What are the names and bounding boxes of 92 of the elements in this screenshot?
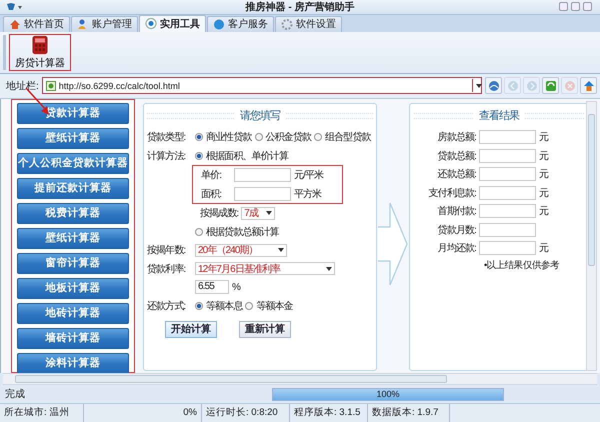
calculator-icon	[30, 34, 50, 55]
ratio-dropdown[interactable]: 7成	[241, 206, 276, 220]
address-field[interactable]: http://so.6299.cc/calc/tool.html	[42, 77, 482, 94]
radio-option[interactable]: 组合型贷款	[314, 130, 371, 144]
result-field	[479, 130, 536, 144]
maximize-button[interactable]	[571, 2, 580, 12]
radio-option[interactable]: 等额本息	[195, 298, 242, 313]
app-icon[interactable]	[6, 2, 22, 12]
horizontal-scrollbar[interactable]	[3, 373, 597, 386]
rate-field[interactable]: 6.55	[195, 280, 229, 294]
tab[interactable]: 软件设置	[275, 16, 342, 32]
result-field	[479, 222, 536, 237]
window-title: 推房神器 - 房产营销助手	[246, 0, 354, 14]
sidebar-item[interactable]: 个人公积金贷款计算器	[17, 152, 129, 174]
calculate-button[interactable]: 开始计算	[165, 320, 217, 338]
progress-reading: 100%	[375, 388, 401, 400]
field-label: 单价:	[201, 168, 222, 182]
result-field	[479, 186, 536, 200]
result-field	[479, 167, 536, 182]
home-icon	[9, 18, 21, 30]
radio-option[interactable]: 根据面积、单价计算	[195, 148, 288, 163]
status-cell: 所在城市: 温州	[0, 404, 84, 422]
years-dropdown[interactable]: 20年（240期）	[195, 244, 287, 257]
result-label: 房款总额:	[436, 130, 476, 144]
unit-label: 元	[539, 131, 548, 144]
vertical-scrollbar[interactable]	[586, 100, 597, 371]
tab[interactable]: 客户服务	[207, 16, 274, 32]
sidebar-item[interactable]: 涂料计算器	[17, 352, 129, 374]
home-icon[interactable]	[580, 77, 597, 94]
radio-option[interactable]: 根据贷款总额计算	[195, 224, 279, 239]
tab[interactable]: 软件首页	[3, 16, 70, 32]
reset-button[interactable]: 重新计算	[239, 320, 291, 338]
target-icon	[145, 18, 157, 30]
radio-option[interactable]: 公积金贷款	[254, 130, 312, 144]
person-icon	[77, 18, 89, 30]
result-field	[479, 241, 536, 256]
minimize-button[interactable]	[559, 2, 568, 12]
unit-label: 元	[539, 168, 548, 182]
field-label: 按揭成数:	[200, 206, 238, 220]
circle-icon	[213, 18, 225, 30]
status-cell: 0%	[84, 404, 202, 422]
unit-label: 元	[539, 205, 548, 218]
field-label: 按揭年数:	[147, 244, 186, 258]
input-field[interactable]	[234, 168, 291, 182]
unit-label: 元	[539, 186, 548, 200]
unit-label: %	[232, 282, 240, 293]
sidebar-item[interactable]: 税费计算器	[17, 202, 129, 224]
unit-label: 平方米	[294, 188, 322, 201]
refresh-icon[interactable]	[542, 77, 559, 94]
field-label: 计算方法:	[147, 150, 186, 163]
globe-icon[interactable]	[485, 77, 502, 94]
result-label: 还款总额:	[436, 168, 476, 182]
toolbar-grip[interactable]	[3, 34, 6, 70]
unit-label: 元	[539, 150, 548, 163]
sidebar-item[interactable]: 壁纸计算器	[17, 228, 129, 249]
radio-option[interactable]: 商业性贷款	[195, 130, 252, 144]
result-label: 首期付款:	[436, 204, 476, 218]
panel-title: 查看结果	[478, 109, 520, 124]
status-cell: 数据版本: 1.9.7	[368, 404, 450, 422]
calculator-button[interactable]: 房贷计算器	[9, 34, 71, 71]
rate-dropdown[interactable]: 12年7月6日基准利率	[195, 262, 335, 276]
gear-icon	[281, 18, 293, 30]
result-field	[479, 148, 536, 163]
result-label: 贷款月数:	[436, 224, 476, 237]
sidebar-item[interactable]: 窗帘计算器	[17, 252, 129, 274]
status-text: 完成	[5, 388, 26, 402]
sidebar-item[interactable]: 地砖计算器	[17, 302, 129, 324]
tab[interactable]: 账户管理	[71, 16, 138, 32]
sidebar-item[interactable]: 提前还款计算器	[17, 178, 129, 199]
field-label: 贷款利率:	[147, 262, 186, 276]
radio-option[interactable]: 等额本金	[245, 298, 293, 313]
unit-label: 元	[539, 242, 548, 256]
address-label: 地址栏:	[6, 80, 39, 93]
status-cell: 运行时长: 0:8:20	[202, 404, 290, 422]
page-icon	[46, 80, 56, 91]
tab[interactable]: 实用工具	[139, 14, 206, 32]
field-label: 还款方式:	[147, 300, 186, 313]
result-label: 贷款总额:	[436, 150, 476, 163]
result-field	[479, 204, 536, 218]
note-text: •以上结果仅供参考	[484, 259, 560, 272]
panel-title: 请您填写	[240, 109, 280, 124]
result-label: 月均还款:	[436, 242, 476, 256]
status-cell: 程序版本: 3.1.5	[290, 404, 368, 422]
field-label: 贷款类型:	[147, 130, 186, 144]
field-label: 面积:	[201, 188, 222, 201]
sidebar-item[interactable]: 地板计算器	[17, 278, 129, 299]
result-label: 支付利息款:	[428, 186, 476, 200]
sidebar-item[interactable]: 墙砖计算器	[17, 328, 129, 349]
unit-label: 元/平米	[294, 168, 324, 182]
close-button[interactable]	[583, 2, 592, 12]
input-field[interactable]	[234, 186, 291, 201]
sidebar-item[interactable]: 壁纸计算器	[17, 128, 129, 149]
